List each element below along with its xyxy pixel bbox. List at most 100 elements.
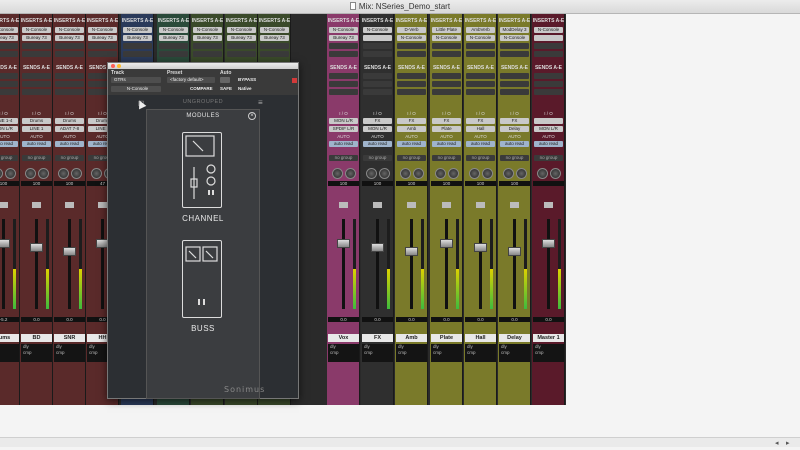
insert-slot-2[interactable]: Bureay 73 (88, 35, 117, 41)
send-slot-1[interactable] (500, 73, 529, 79)
volume-fader[interactable] (30, 243, 43, 252)
input-selector[interactable] (534, 118, 563, 124)
safe-button[interactable]: SAFE (220, 86, 232, 92)
insert-slot-2[interactable]: Bureay 73 (0, 35, 18, 41)
input-selector[interactable]: FX (363, 118, 392, 124)
mute-button[interactable] (32, 202, 41, 208)
mute-button[interactable] (373, 202, 382, 208)
insert-slot-2[interactable]: N-Console (500, 35, 529, 41)
pan-knob-right-icon[interactable] (482, 168, 493, 179)
automation-mode[interactable]: auto read (329, 141, 358, 147)
send-slot-3[interactable] (534, 89, 563, 95)
insert-slot-2[interactable]: Bureay 73 (123, 35, 152, 41)
pan-knob-right-icon[interactable] (413, 168, 424, 179)
send-slot-3[interactable] (500, 89, 529, 95)
automation-mode[interactable]: auto read (500, 141, 529, 147)
output-selector[interactable]: LINE 1 (22, 126, 51, 132)
scroll-right-icon[interactable]: ▸ (786, 439, 790, 447)
insert-slot-1[interactable]: N-Console (159, 27, 188, 33)
pan-knob-right-icon[interactable] (345, 168, 356, 179)
insert-slot-2[interactable]: N-Console (466, 35, 495, 41)
pan-knob-icon[interactable] (0, 168, 3, 179)
insert-slot-4[interactable] (0, 51, 18, 57)
insert-slot-4[interactable] (363, 51, 392, 57)
output-selector[interactable]: Amb (397, 126, 426, 132)
group-selector[interactable]: no group (329, 155, 358, 161)
insert-slot-1[interactable]: ModDelay 3 (500, 27, 529, 33)
track-name[interactable]: Master 1 (533, 334, 564, 342)
insert-slot-3[interactable] (159, 43, 188, 49)
mute-button[interactable] (65, 202, 74, 208)
send-slot-3[interactable] (397, 89, 426, 95)
buss-module-card[interactable] (182, 240, 222, 318)
send-slot-3[interactable] (432, 89, 461, 95)
pan-knob-icon[interactable] (469, 168, 480, 179)
send-slot-2[interactable] (329, 81, 358, 87)
close-window-button[interactable] (111, 64, 115, 68)
menu-icon[interactable]: ≡ (258, 98, 263, 107)
insert-slot-2[interactable]: Bureay 73 (227, 35, 256, 41)
send-slot-2[interactable] (500, 81, 529, 87)
volume-fader[interactable] (474, 243, 487, 252)
automation-mode[interactable]: auto read (534, 141, 563, 147)
insert-slot-1[interactable]: AmbVerb (466, 27, 495, 33)
insert-slot-3[interactable] (466, 43, 495, 49)
input-selector[interactable]: MON L/R (329, 118, 358, 124)
mute-button[interactable] (544, 202, 553, 208)
pan-knob-right-icon[interactable] (71, 168, 82, 179)
group-selector[interactable]: no group (55, 155, 84, 161)
insert-slot-2[interactable]: N-Console (432, 35, 461, 41)
volume-fader[interactable] (0, 239, 10, 248)
insert-slot-4[interactable] (500, 51, 529, 57)
insert-slot-3[interactable] (22, 43, 51, 49)
output-selector[interactable]: MON L/R (534, 126, 563, 132)
volume-fader[interactable] (542, 239, 555, 248)
track-name[interactable]: Delay (499, 334, 530, 342)
send-slot-1[interactable] (397, 73, 426, 79)
group-selector[interactable]: no group (466, 155, 495, 161)
pan-knob-icon[interactable] (25, 168, 36, 179)
insert-slot-1[interactable]: Little Plate (432, 27, 461, 33)
send-slot-2[interactable] (363, 81, 392, 87)
channel-module-card[interactable] (182, 132, 222, 208)
track-name[interactable]: Amb (396, 334, 427, 342)
insert-slot-1[interactable]: N-Console (329, 27, 358, 33)
insert-slot-4[interactable] (22, 51, 51, 57)
insert-slot-1[interactable]: N-Console (260, 27, 289, 33)
track-name[interactable]: BD (21, 334, 52, 342)
insert-slot-1[interactable]: N-Console (22, 27, 51, 33)
output-selector[interactable]: Delay (500, 126, 529, 132)
input-selector[interactable]: FX (397, 118, 426, 124)
insert-slot-4[interactable] (260, 51, 289, 57)
output-selector[interactable]: MON L/R (363, 126, 392, 132)
volume-fader[interactable] (440, 239, 453, 248)
insert-slot-3[interactable] (0, 43, 18, 49)
send-slot-3[interactable] (0, 89, 18, 95)
automation-mode[interactable]: auto read (55, 141, 84, 147)
automation-mode[interactable]: auto read (466, 141, 495, 147)
pan-knob-icon[interactable] (58, 168, 69, 179)
pan-knob-right-icon[interactable] (5, 168, 16, 179)
send-slot-3[interactable] (363, 89, 392, 95)
insert-slot-4[interactable] (55, 51, 84, 57)
pan-knob-right-icon[interactable] (38, 168, 49, 179)
group-selector[interactable]: no group (500, 155, 529, 161)
insert-slot-2[interactable]: Bureay 73 (329, 35, 358, 41)
pan-knob-right-icon[interactable] (379, 168, 390, 179)
output-selector[interactable]: ADAT 7-8 (55, 126, 84, 132)
mute-button[interactable] (442, 202, 451, 208)
send-slot-2[interactable] (55, 81, 84, 87)
close-icon[interactable]: × (248, 112, 256, 120)
horizontal-scrollbar[interactable]: ◂ ▸ (0, 437, 800, 447)
preset-selector[interactable]: <factory default> (167, 77, 215, 83)
insert-slot-3[interactable] (260, 43, 289, 49)
mute-button[interactable] (339, 202, 348, 208)
insert-slot-3[interactable] (123, 43, 152, 49)
volume-fader[interactable] (371, 243, 384, 252)
insert-slot-1[interactable]: N-Console (88, 27, 117, 33)
send-slot-1[interactable] (55, 73, 84, 79)
insert-slot-4[interactable] (227, 51, 256, 57)
pan-knob-icon[interactable] (332, 168, 343, 179)
insert-slot-4[interactable] (432, 51, 461, 57)
track-name[interactable]: rums (0, 334, 19, 342)
